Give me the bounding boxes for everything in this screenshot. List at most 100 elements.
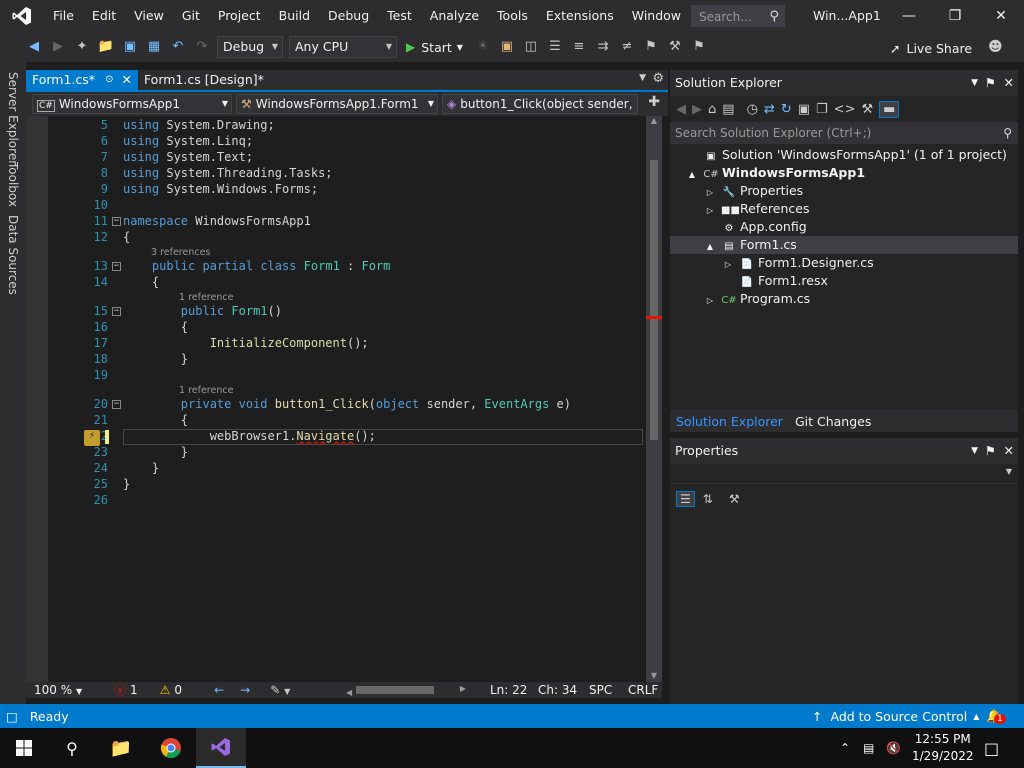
chrome-icon[interactable] [146,737,196,759]
show-all-files-icon[interactable]: ❐ [816,102,828,117]
search-icon[interactable]: ⚲ [1003,122,1012,144]
tree-item[interactable]: ▷ C# Program.cs [670,290,1018,308]
view-code-icon[interactable]: <> [834,102,856,117]
code-line[interactable]: using System.Linq; [123,134,253,148]
close-window-button[interactable]: ✕ [978,0,1024,32]
column-indicator[interactable]: Ch: 34 [538,683,577,697]
properties-wrench-icon[interactable]: ⚒ [861,102,873,117]
forward-icon[interactable]: ▶ [48,37,68,57]
scroll-thumb[interactable] [650,160,658,440]
tree-item[interactable]: ▷ 🔧 Properties [670,182,1018,200]
menu-extensions[interactable]: Extensions [537,0,623,32]
code-line[interactable]: } [123,445,188,459]
menu-edit[interactable]: Edit [83,0,125,32]
undo-icon[interactable]: ↶ [168,37,188,57]
member-dropdown[interactable]: ◈ button1_Click(object sender, Ev [442,94,638,114]
tree-item[interactable]: ▲ C# WindowsFormsApp1 [670,164,1018,182]
code-line[interactable]: { [123,275,159,289]
alphabetical-icon[interactable]: ⇅ [703,492,713,506]
show-hidden-icons[interactable]: ⌃ [840,741,850,755]
tree-item[interactable]: ⚙ App.config [670,218,1018,236]
project-dropdown[interactable]: C# WindowsFormsApp1 ▼ [32,94,232,114]
live-share-button[interactable]: ➚ Live Share [890,38,972,58]
volume-muted-icon[interactable]: 🔇 [886,741,901,755]
whitespace-indicator[interactable]: SPC [589,683,612,697]
dropdown-icon[interactable]: ▼ [971,70,978,96]
search-box[interactable]: Search... ⚲ [691,5,785,27]
new-project-icon[interactable]: ✦ [72,37,92,57]
zoom-dropdown[interactable]: 100 % ▼ [26,683,86,697]
save-all-icon[interactable]: ▦ [144,37,164,57]
pin-icon[interactable]: ⊙ [105,70,113,90]
tree-item[interactable]: ▷ ■■References [670,200,1018,218]
pin-icon[interactable]: ⚑ [985,70,996,96]
collapse-region-icon[interactable]: − [112,262,121,271]
maximize-button[interactable]: ❐ [932,0,978,32]
start-button[interactable]: ▶ Start ▼ [406,40,463,55]
menu-window[interactable]: Window [623,0,690,32]
scroll-up-icon[interactable]: ▲ [646,116,662,125]
tree-item[interactable]: ▲ ▤ Form1.cs [670,236,1018,254]
scroll-right-icon[interactable]: ▶ [460,684,466,693]
close-icon[interactable]: ✕ [1004,70,1014,96]
menu-file[interactable]: File [44,0,83,32]
switch-views-icon[interactable]: ▤ [722,102,734,117]
sync-icon[interactable]: ⇄ [764,102,775,117]
menu-view[interactable]: View [125,0,173,32]
visual-studio-taskbar-icon[interactable] [196,728,246,768]
platform-dropdown[interactable]: Any CPU ▼ [289,36,397,58]
tab-solution-explorer[interactable]: Solution Explorer [670,414,789,429]
save-icon[interactable]: ▣ [120,37,140,57]
pending-changes-icon[interactable]: ◷ [747,102,758,117]
redo-icon[interactable]: ↷ [192,37,212,57]
windows-start-icon[interactable] [0,728,48,768]
notifications-button[interactable]: 🔔 1 [986,708,1006,724]
brush-icon[interactable]: ✎ ▼ [270,683,290,697]
comment-icon[interactable]: ≠ [617,37,637,57]
bookmark-next-icon[interactable]: ⚒ [665,37,685,57]
code-line[interactable]: InitializeComponent(); [123,336,369,350]
preview-selected-icon[interactable]: ▬ [879,100,900,118]
code-line[interactable]: { [123,413,188,427]
open-folder-icon[interactable]: 📁 [96,37,116,57]
code-line[interactable]: using System.Threading.Tasks; [123,166,333,180]
back-icon[interactable]: ◀ [676,102,686,117]
tree-item[interactable]: 📄 Form1.resx [670,272,1018,290]
clock[interactable]: 12:55 PM 1/29/2022 [912,731,974,765]
collapse-region-icon[interactable]: − [112,307,121,316]
editor-vertical-scrollbar[interactable]: ▲ ▼ [646,116,662,682]
nav-forward-icon[interactable]: → [240,683,250,697]
tab-git-changes[interactable]: Git Changes [789,414,877,429]
configuration-dropdown[interactable]: Debug ▼ [217,36,283,58]
find-in-files-icon[interactable]: ▣ [497,37,517,57]
menu-git[interactable]: Git [173,0,209,32]
tree-item[interactable]: ▣ Solution 'WindowsFormsApp1' (1 of 1 pro… [670,146,1018,164]
code-line[interactable]: public partial class Form1 : Form [123,259,390,273]
expand-arrow-icon[interactable]: ▷ [702,292,718,310]
tab-overflow-icon[interactable]: ▼ [639,73,646,83]
server-explorer-tab[interactable]: Server Explorer [6,72,20,165]
dropdown-icon[interactable]: ▼ [971,438,978,464]
toolbox-tab[interactable]: Toolbox [6,162,20,207]
close-icon[interactable]: ✕ [121,70,131,90]
code-line[interactable]: public Form1() [123,304,282,318]
browser-link-icon[interactable]: ◫ [521,37,541,57]
line-indicator[interactable]: Ln: 22 [490,683,527,697]
search-icon[interactable]: ⚲ [769,6,779,28]
property-pages-icon[interactable]: ⚒ [729,492,740,506]
pin-icon[interactable]: ⚑ [985,438,996,464]
menu-analyze[interactable]: Analyze [421,0,488,32]
code-editor[interactable]: 5 using System.Drawing; 6 using System.Linq… [26,116,646,682]
data-sources-tab[interactable]: Data Sources [6,215,20,295]
search-icon[interactable]: ⚲ [48,739,96,758]
split-editor-icon[interactable]: ✚ [648,94,660,110]
code-line[interactable]: private void button1_Click(object sender… [123,397,571,411]
class-dropdown[interactable]: ⚒ WindowsFormsApp1.Form1 ▼ [236,94,438,114]
code-line[interactable]: using System.Text; [123,150,253,164]
forward-icon[interactable]: ▶ [692,102,702,117]
close-icon[interactable]: ✕ [1004,438,1014,464]
network-icon[interactable]: ▤ [863,741,874,755]
collapse-region-icon[interactable]: − [112,217,121,226]
code-line[interactable]: } [123,461,159,475]
settings-gear-icon[interactable]: ⚙ [652,71,664,86]
